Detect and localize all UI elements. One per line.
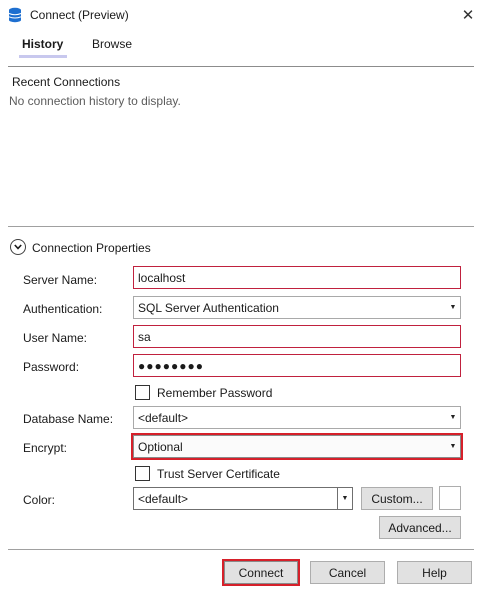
window-title: Connect (Preview) — [30, 8, 129, 22]
tab-history[interactable]: History — [22, 37, 63, 51]
database-name-label: Database Name: — [23, 412, 114, 426]
dropdown-arrow-icon: ▼ — [449, 304, 457, 311]
chevron-down-icon — [14, 244, 22, 250]
tab-browse[interactable]: Browse — [92, 37, 132, 51]
section-divider — [8, 226, 474, 227]
user-name-input[interactable]: sa — [133, 325, 461, 348]
recent-connections-title: Recent Connections — [12, 75, 121, 89]
connection-properties-title: Connection Properties — [32, 241, 151, 255]
dropdown-arrow-icon: ▼ — [449, 443, 457, 450]
encrypt-label: Encrypt: — [23, 441, 68, 455]
remember-password-label[interactable]: Remember Password — [157, 386, 272, 400]
authentication-label: Authentication: — [23, 302, 103, 316]
encrypt-select[interactable]: Optional ▼ — [131, 433, 463, 460]
cancel-button[interactable]: Cancel — [310, 561, 385, 584]
color-label: Color: — [23, 493, 56, 507]
server-name-value: localhost — [138, 271, 186, 285]
database-name-value: <default> — [138, 411, 189, 425]
title-bar: Connect (Preview) ✕ — [0, 0, 482, 30]
password-label: Password: — [23, 360, 80, 374]
close-button[interactable]: ✕ — [456, 3, 480, 27]
tab-selected-indicator — [19, 55, 67, 58]
close-icon: ✕ — [461, 7, 475, 24]
dropdown-arrow-icon: ▼ — [341, 495, 349, 502]
user-name-label: User Name: — [23, 331, 88, 345]
trust-server-certificate-label[interactable]: Trust Server Certificate — [157, 467, 280, 481]
database-icon — [8, 7, 22, 23]
trust-server-certificate-checkbox[interactable] — [135, 466, 150, 481]
history-empty-message: No connection history to display. — [9, 94, 181, 108]
advanced-button[interactable]: Advanced... — [379, 516, 461, 539]
password-value: ●●●●●●●● — [138, 359, 204, 373]
database-name-select[interactable]: <default> ▼ — [133, 406, 461, 429]
connect-button[interactable]: Connect — [222, 559, 300, 586]
help-button-label: Help — [422, 565, 447, 580]
footer-divider — [8, 549, 474, 550]
advanced-button-label: Advanced... — [388, 520, 452, 535]
color-select[interactable]: <default> ▼ — [133, 487, 353, 510]
authentication-value: SQL Server Authentication — [138, 301, 279, 315]
server-name-label: Server Name: — [23, 273, 98, 287]
collapse-button[interactable] — [10, 239, 26, 255]
server-name-input[interactable]: localhost — [133, 266, 461, 289]
user-name-value: sa — [138, 330, 151, 344]
password-input[interactable]: ●●●●●●●● — [133, 354, 461, 377]
cancel-button-label: Cancel — [328, 565, 367, 580]
tabs-divider — [8, 66, 474, 67]
help-button[interactable]: Help — [397, 561, 472, 584]
color-value: <default> — [138, 492, 189, 506]
custom-color-button-label: Custom... — [371, 491, 423, 506]
custom-color-button[interactable]: Custom... — [361, 487, 433, 510]
encrypt-value: Optional — [138, 440, 183, 454]
remember-password-checkbox[interactable] — [135, 385, 150, 400]
connect-button-label: Connect — [238, 565, 284, 580]
authentication-select[interactable]: SQL Server Authentication ▼ — [133, 296, 461, 319]
color-swatch — [439, 486, 461, 510]
dropdown-arrow-icon: ▼ — [449, 414, 457, 421]
